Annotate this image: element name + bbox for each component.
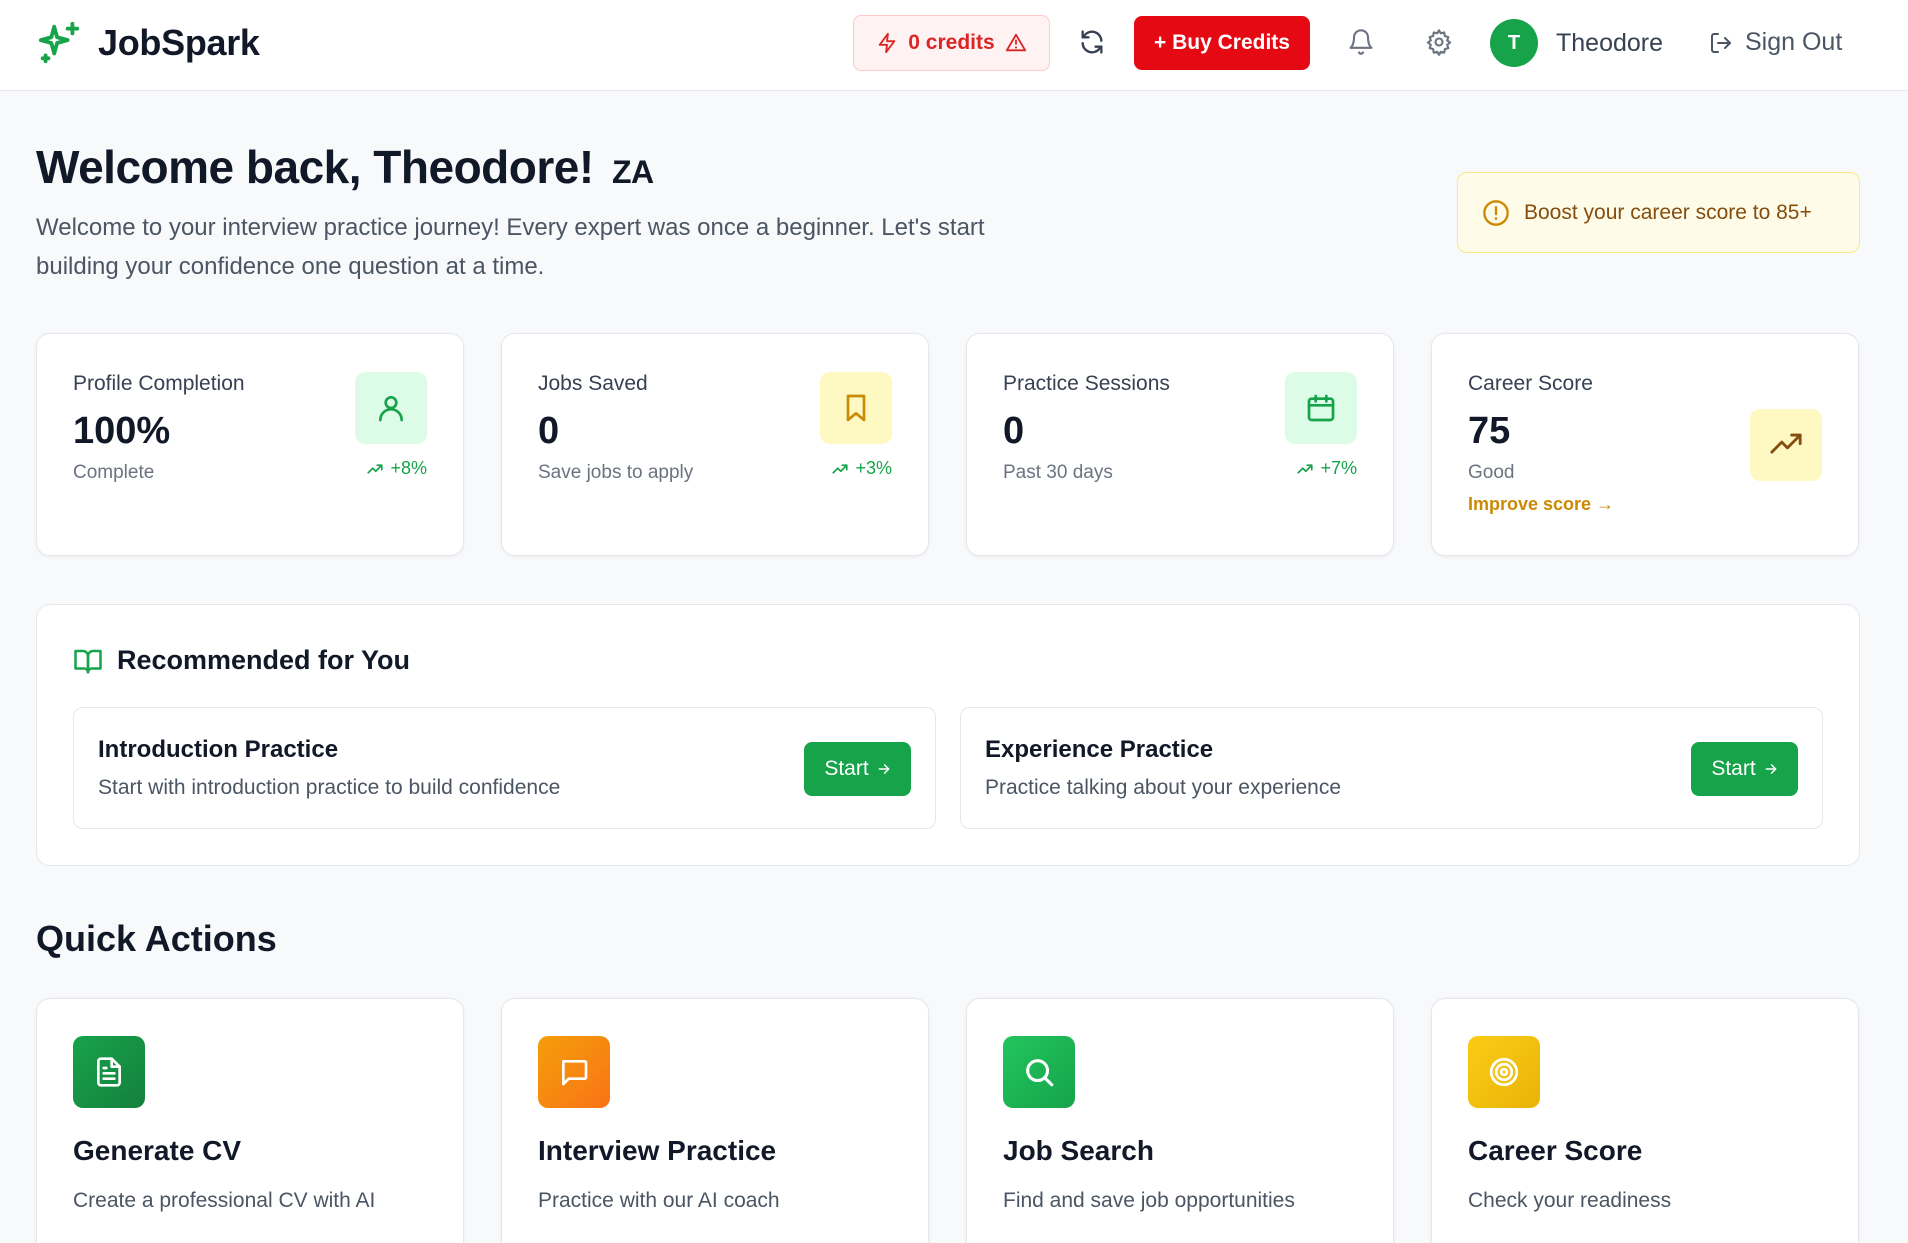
credits-count: 0 credits xyxy=(908,31,995,54)
credits-badge[interactable]: 0 credits xyxy=(853,15,1050,71)
alert-circle-icon xyxy=(1482,199,1510,227)
trend-up-icon xyxy=(831,460,849,478)
stat-card-career-score[interactable]: Career Score 75 Good Improve score → xyxy=(1431,333,1859,556)
start-button[interactable]: Start xyxy=(804,742,911,796)
stat-card-practice-sessions[interactable]: Practice Sessions 0 Past 30 days +7% xyxy=(966,333,1394,556)
arrow-right-icon xyxy=(877,762,891,776)
stat-trend: +3% xyxy=(831,458,892,479)
stat-note: Good xyxy=(1468,462,1515,483)
stat-note: Save jobs to apply xyxy=(538,462,694,483)
quick-action-name: Generate CV xyxy=(73,1135,242,1166)
boost-banner[interactable]: Boost your career score to 85+ xyxy=(1457,172,1860,253)
country-tag: ZA xyxy=(611,154,654,190)
bookmark-icon xyxy=(820,372,892,444)
quick-action-job-search[interactable]: Job Search Find and save job opportuniti… xyxy=(966,998,1394,1243)
logout-icon xyxy=(1709,31,1733,55)
quick-action-name: Interview Practice xyxy=(538,1135,777,1166)
quick-action-name: Career Score xyxy=(1468,1135,1643,1166)
chat-icon xyxy=(538,1036,610,1108)
trend-up-icon xyxy=(366,460,384,478)
stat-value: 0 xyxy=(1003,410,1025,452)
refresh-icon xyxy=(1078,28,1108,56)
avatar[interactable]: T xyxy=(1490,19,1538,67)
user-icon xyxy=(355,372,427,444)
document-icon xyxy=(73,1036,145,1108)
recommended-panel: Recommended for You Introduction Practic… xyxy=(36,604,1860,866)
rec-title: Introduction Practice xyxy=(98,736,339,763)
refresh-button[interactable] xyxy=(1078,28,1108,58)
stat-label: Profile Completion xyxy=(73,372,245,395)
warning-icon xyxy=(1005,32,1027,54)
top-header: JobSpark 0 credits + Buy Credits T Theod… xyxy=(0,0,1908,91)
welcome-subtitle: Welcome to your interview practice journ… xyxy=(36,214,985,280)
welcome-heading: Welcome back, Theodore! xyxy=(36,141,594,193)
recommended-title: Recommended for You xyxy=(117,645,411,675)
quick-action-description: Check your readiness xyxy=(1468,1189,1672,1212)
settings-button[interactable] xyxy=(1425,28,1455,58)
stat-trend: +7% xyxy=(1296,458,1357,479)
stat-label: Practice Sessions xyxy=(1003,372,1170,395)
stat-note: Past 30 days xyxy=(1003,462,1113,483)
stat-label: Jobs Saved xyxy=(538,372,648,395)
rec-description: Start with introduction practice to buil… xyxy=(98,776,561,799)
start-label: Start xyxy=(1711,757,1756,780)
bell-icon xyxy=(1347,28,1377,56)
stat-value: 0 xyxy=(538,410,560,452)
stat-note: Complete xyxy=(73,462,155,483)
lightning-icon xyxy=(876,32,898,54)
quick-action-description: Find and save job opportunities xyxy=(1003,1189,1295,1212)
start-label: Start xyxy=(824,757,869,780)
stat-value: 75 xyxy=(1468,410,1511,452)
quick-action-generate-cv[interactable]: Generate CV Create a professional CV wit… xyxy=(36,998,464,1243)
brand-name: JobSpark xyxy=(98,22,260,63)
quick-action-name: Job Search xyxy=(1003,1135,1154,1166)
sign-out-label: Sign Out xyxy=(1745,28,1843,56)
quick-action-description: Create a professional CV with AI xyxy=(73,1189,376,1212)
search-icon xyxy=(1003,1036,1075,1108)
brand[interactable]: JobSpark xyxy=(36,20,260,66)
quick-action-career-score[interactable]: Career Score Check your readiness xyxy=(1431,998,1859,1243)
buy-credits-button[interactable]: + Buy Credits xyxy=(1134,16,1310,70)
stat-card-jobs-saved[interactable]: Jobs Saved 0 Save jobs to apply +3% xyxy=(501,333,929,556)
rec-title: Experience Practice xyxy=(985,736,1214,763)
quick-action-interview-practice[interactable]: Interview Practice Practice with our AI … xyxy=(501,998,929,1243)
notifications-button[interactable] xyxy=(1347,28,1377,58)
user-name[interactable]: Theodore xyxy=(1556,29,1663,58)
sparkle-logo-icon xyxy=(36,20,82,66)
start-button[interactable]: Start xyxy=(1691,742,1798,796)
book-open-icon xyxy=(73,646,103,676)
trending-up-icon xyxy=(1750,409,1822,481)
stat-card-profile[interactable]: Profile Completion 100% Complete +8% xyxy=(36,333,464,556)
trend-up-icon xyxy=(1296,460,1314,478)
rec-card-experience[interactable]: Experience Practice Practice talking abo… xyxy=(960,707,1823,829)
stat-trend: +8% xyxy=(366,458,427,479)
stat-value: 100% xyxy=(73,410,171,452)
arrow-right-icon xyxy=(1764,762,1778,776)
trend-value: +8% xyxy=(390,458,427,478)
trend-value: +7% xyxy=(1320,458,1357,478)
rec-card-introduction[interactable]: Introduction Practice Start with introdu… xyxy=(73,707,936,829)
improve-score-link[interactable]: Improve score → xyxy=(1468,494,1614,515)
quick-actions-title: Quick Actions xyxy=(36,918,277,959)
recommended-header: Recommended for You xyxy=(73,645,410,676)
quick-action-description: Practice with our AI coach xyxy=(538,1189,780,1212)
welcome-title: Welcome back, Theodore! ZA xyxy=(36,140,654,194)
target-icon xyxy=(1468,1036,1540,1108)
gear-icon xyxy=(1425,28,1455,56)
sign-out-button[interactable]: Sign Out xyxy=(1709,28,1842,57)
rec-description: Practice talking about your experience xyxy=(985,776,1342,799)
boost-text: Boost your career score to 85+ xyxy=(1524,200,1812,224)
stat-label: Career Score xyxy=(1468,372,1593,395)
calendar-icon xyxy=(1285,372,1357,444)
trend-value: +3% xyxy=(855,458,892,478)
